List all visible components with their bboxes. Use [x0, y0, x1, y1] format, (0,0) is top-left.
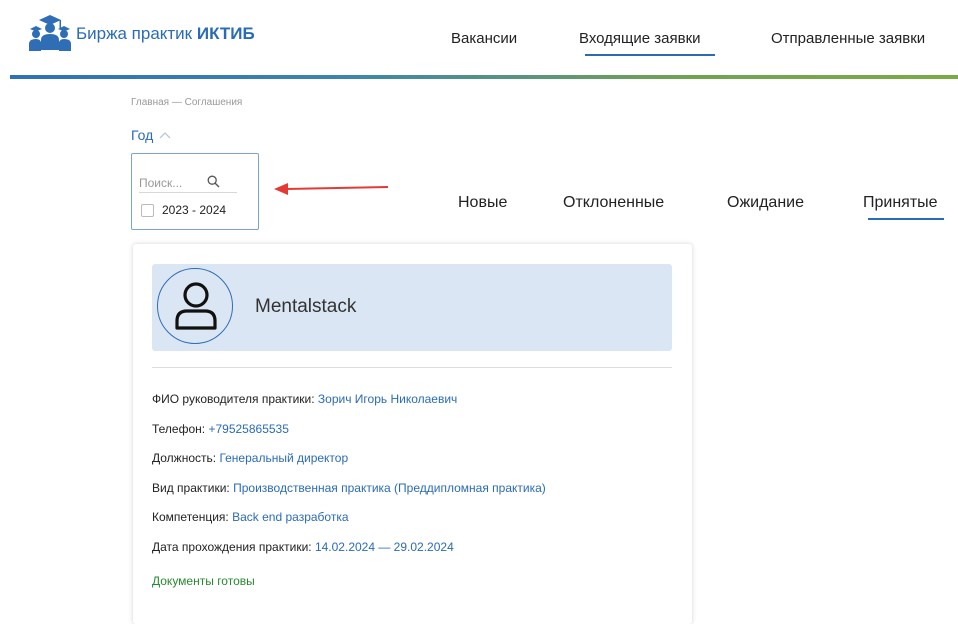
nav-active-underline	[585, 54, 715, 56]
company-name: Mentalstack	[255, 296, 357, 317]
field-phone: Телефон: +79525865535	[152, 422, 289, 436]
filter-search-input[interactable]	[139, 174, 203, 192]
field-competence: Компетенция: Back end разработка	[152, 510, 349, 524]
field-label: Вид практики:	[152, 481, 230, 495]
field-label: Телефон:	[152, 422, 206, 436]
filter-option-checkbox[interactable]	[141, 203, 154, 217]
documents-status: Документы готовы	[152, 574, 255, 588]
nav-incoming-requests[interactable]: Входящие заявки	[579, 30, 701, 47]
field-value: Производственная практика (Преддипломная…	[233, 481, 546, 495]
chevron-up-icon	[159, 132, 171, 139]
field-supervisor: ФИО руководителя практики: Зорич Игорь Н…	[152, 392, 457, 406]
tab-new[interactable]: Новые	[458, 194, 507, 212]
year-filter-title: Год	[131, 127, 154, 143]
annotation-arrow-icon	[274, 183, 389, 195]
field-value: Back end разработка	[232, 510, 349, 524]
year-filter-dropdown: 2023 - 2024	[131, 153, 259, 230]
field-value: Зорич Игорь Николаевич	[317, 392, 458, 406]
field-value: 14.02.2024 — 29.02.2024	[314, 540, 454, 554]
nav-vacancies[interactable]: Вакансии	[451, 30, 517, 47]
logo[interactable]: Биржа практик ИКТИБ	[28, 14, 255, 54]
filter-option-label: 2023 - 2024	[162, 203, 227, 217]
nav-sent-requests[interactable]: Отправленные заявки	[771, 30, 925, 47]
tab-accepted[interactable]: Принятые	[863, 194, 938, 212]
filter-option[interactable]: 2023 - 2024	[141, 203, 226, 217]
students-logo-icon	[29, 15, 71, 51]
search-icon[interactable]	[207, 175, 220, 188]
header-divider	[10, 75, 958, 79]
tab-active-underline	[868, 218, 944, 220]
logo-text: Биржа практик	[76, 24, 193, 43]
tab-rejected[interactable]: Отклоненные	[563, 194, 664, 212]
tab-pending[interactable]: Ожидание	[727, 194, 804, 212]
field-practice-type: Вид практики: Производственная практика …	[152, 481, 546, 495]
year-filter-toggle[interactable]: Год	[131, 127, 171, 143]
field-practice-dates: Дата прохождения практики: 14.02.2024 — …	[152, 540, 454, 554]
card-divider	[152, 367, 672, 368]
logo-text-bold: ИКТИБ	[196, 24, 255, 43]
field-label: Дата прохождения практики:	[152, 540, 312, 554]
field-label: Должность:	[152, 451, 217, 465]
field-position: Должность: Генеральный директор	[152, 451, 348, 465]
avatar	[157, 268, 233, 344]
field-value: Генеральный директор	[219, 451, 349, 465]
field-label: ФИО руководителя практики:	[152, 392, 315, 406]
field-value: +79525865535	[208, 422, 289, 436]
agreement-card: Mentalstack ФИО руководителя практики: З…	[133, 244, 692, 624]
user-icon	[175, 282, 217, 330]
filter-search	[139, 174, 237, 193]
company-header: Mentalstack	[152, 264, 672, 351]
breadcrumb: Главная — Соглашения	[131, 97, 243, 108]
field-label: Компетенция:	[152, 510, 229, 524]
